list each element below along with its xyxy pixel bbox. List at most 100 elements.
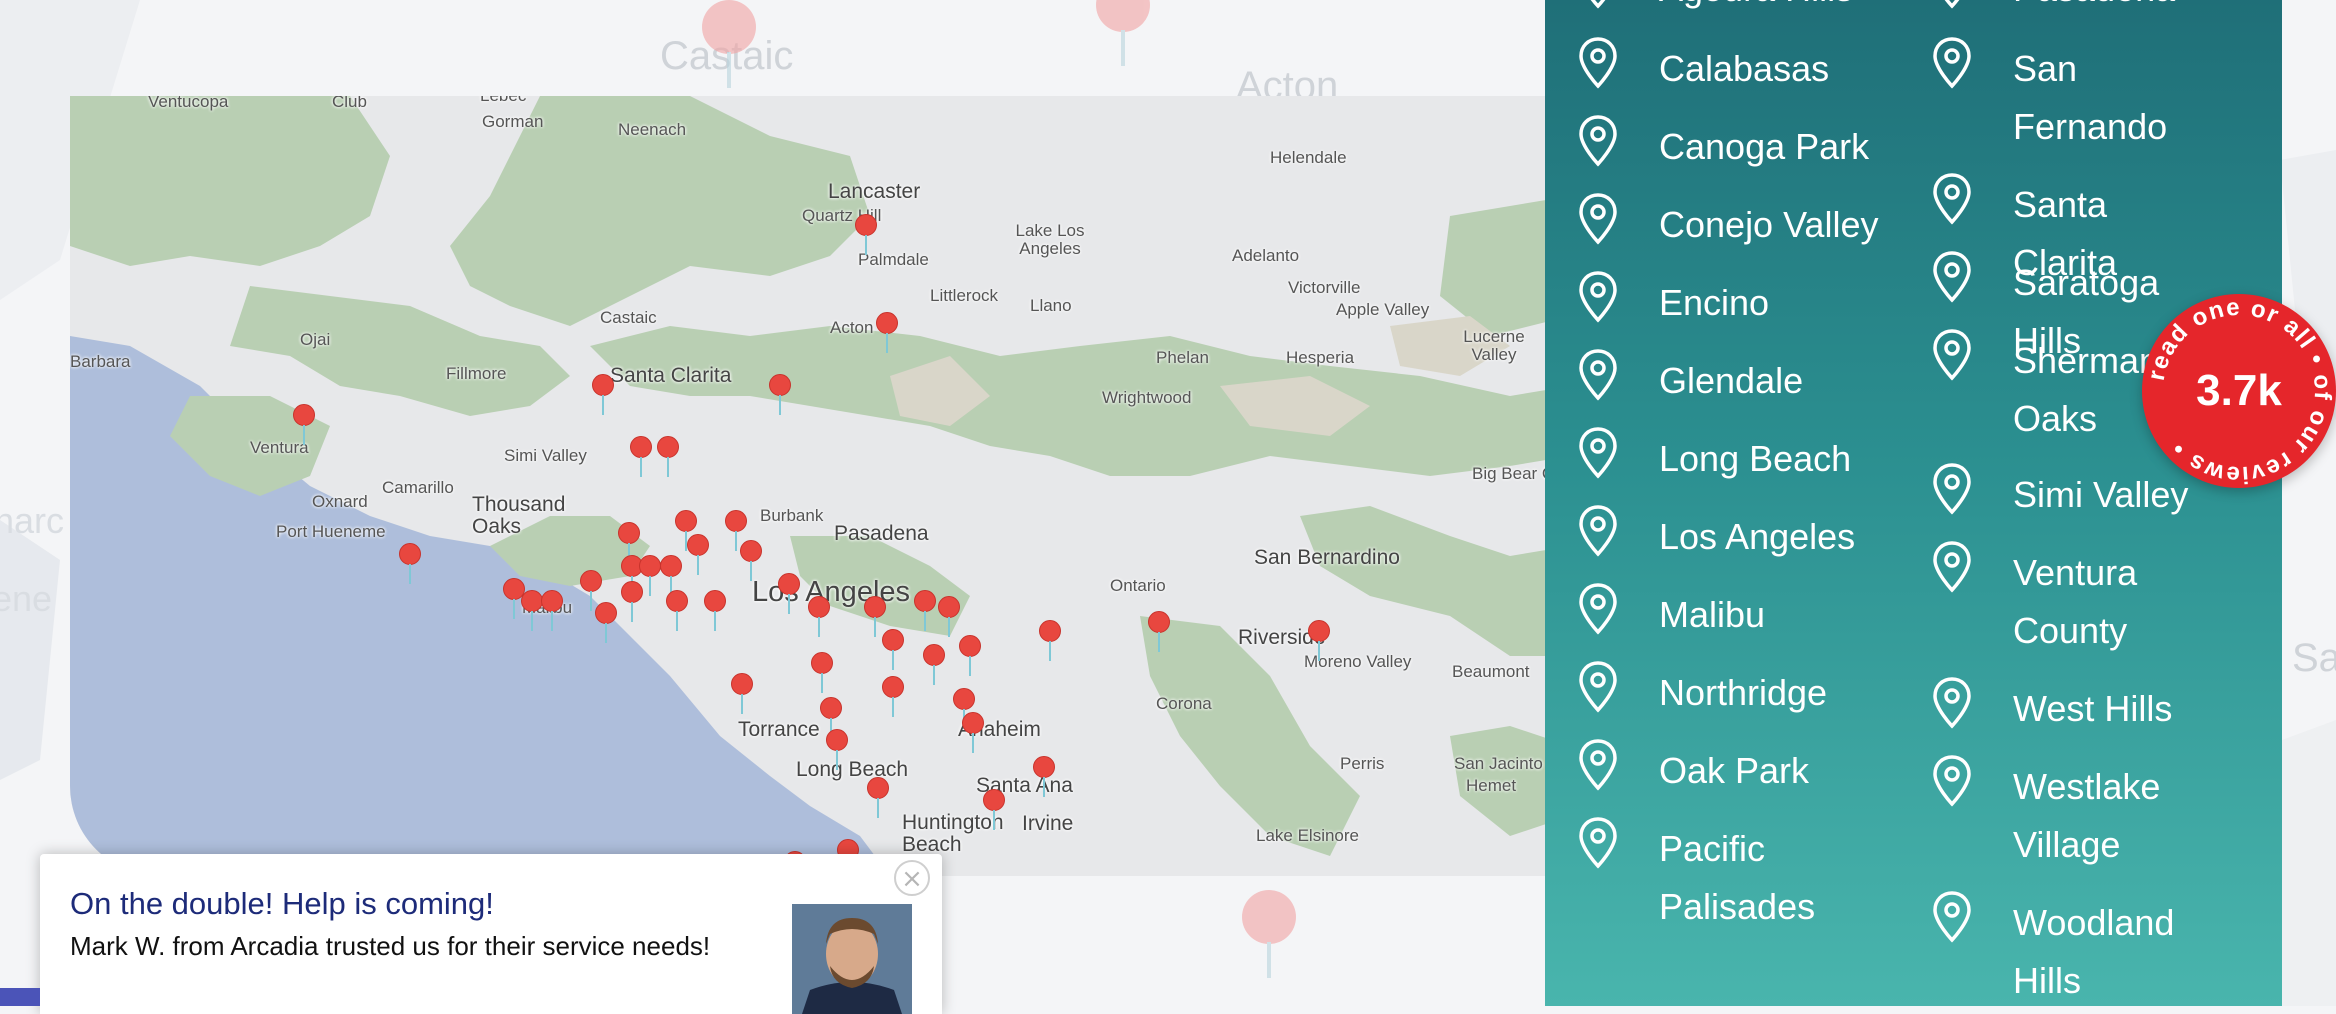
service-area-label: West Hills — [2013, 688, 2173, 729]
map-pin-icon[interactable] — [621, 581, 644, 623]
social-proof-notification[interactable]: On the double! Help is coming! Mark W. f… — [40, 854, 942, 1014]
map-pin-icon[interactable] — [630, 436, 653, 478]
map-label-camarillo: Camarillo — [382, 478, 454, 497]
service-area-item[interactable]: Glendale — [1577, 349, 1917, 410]
corner-accent-bar — [0, 988, 40, 1006]
location-pin-outline-icon — [1577, 661, 1619, 719]
map-label-santa-clarita: Santa Clarita — [610, 364, 732, 387]
service-area-item[interactable]: Oak Park — [1577, 739, 1917, 800]
map-label-lake-elsinore: Lake Elsinore — [1256, 826, 1360, 845]
service-area-item[interactable]: Malibu — [1577, 583, 1917, 644]
map-pin-icon[interactable] — [579, 569, 602, 611]
location-pin-outline-icon — [1931, 37, 1973, 95]
service-area-item[interactable]: Los Angeles — [1577, 505, 1917, 566]
map-pin-icon[interactable] — [961, 711, 984, 753]
customer-photo-image — [792, 904, 912, 1014]
map-pin-icon[interactable] — [778, 572, 801, 614]
map-pin-icon[interactable] — [292, 403, 315, 445]
location-pin-outline-icon — [1577, 583, 1619, 641]
map-pin-icon[interactable] — [686, 534, 709, 576]
map-label-apple-valley: Apple Valley — [1336, 300, 1430, 319]
map-label-palmdale: Palmdale — [858, 250, 929, 269]
map-pin-icon[interactable] — [1148, 611, 1171, 653]
service-area-item[interactable]: Ventura County — [1931, 541, 2231, 660]
map-label-gorman: Gorman — [482, 112, 544, 131]
map-pin-icon[interactable] — [810, 652, 833, 694]
map-pin-icon[interactable] — [399, 542, 422, 584]
service-area-item[interactable]: Agoura Hills — [1577, 0, 1917, 18]
service-area-item[interactable]: Pasadena — [1931, 0, 2231, 18]
service-area-label: Pasadena — [2013, 0, 2213, 18]
map-pin-icon[interactable] — [618, 522, 641, 564]
map-pin-icon[interactable] — [923, 643, 946, 685]
service-area-label: Westlake Village — [2013, 766, 2161, 865]
map-pin-icon[interactable] — [938, 596, 961, 638]
map-label-hemet: Hemet — [1466, 776, 1517, 795]
service-area-item[interactable]: Westlake Village — [1931, 755, 2231, 874]
bg-label-sa: Sa — [2292, 636, 2336, 680]
location-pin-outline-icon — [1931, 173, 1973, 231]
bg-label-edge: ene — [0, 578, 53, 619]
map-pin-icon[interactable] — [914, 590, 937, 632]
location-pin-outline-icon — [1577, 739, 1619, 797]
map-pin-icon[interactable] — [982, 788, 1005, 830]
map-pin-icon[interactable] — [864, 596, 887, 638]
map-pin-icon[interactable] — [958, 634, 981, 676]
service-area-label: Encino — [1659, 282, 1770, 323]
map-pin-icon[interactable] — [656, 436, 679, 478]
map-label-thousand-oaks: Thousand Oaks — [472, 493, 566, 538]
service-area-item[interactable]: Conejo Valley — [1577, 193, 1917, 254]
map-pin-icon[interactable] — [819, 696, 842, 738]
map-label-victorville: Victorville — [1288, 278, 1361, 297]
reviews-badge[interactable]: read one or all • of our reviews • 3.7k — [2142, 294, 2336, 488]
map-pin-icon[interactable] — [730, 673, 753, 715]
map-pin-icon[interactable] — [639, 554, 662, 596]
map-label-ventura: Ventura — [250, 438, 309, 457]
service-area-map[interactable]: Ventucopa Club Lebec Gorman Neenach Hele… — [70, 96, 1570, 876]
map-label-corona: Corona — [1156, 694, 1212, 713]
service-area-item[interactable]: Pacific Palisades — [1577, 817, 1917, 936]
map-label-lancaster: Lancaster — [828, 180, 921, 203]
map-pin-icon[interactable] — [855, 214, 878, 256]
map-pin-icon[interactable] — [520, 590, 543, 632]
map-pin-icon[interactable] — [952, 688, 975, 729]
map-label-lebec: Lebec — [480, 96, 526, 106]
map-pin-icon[interactable] — [807, 596, 830, 638]
map-pin-icon[interactable] — [665, 590, 688, 632]
map-pin-icon[interactable] — [867, 776, 890, 818]
map-pin-icon[interactable] — [875, 312, 898, 354]
map-pin-icon[interactable] — [541, 590, 564, 632]
service-area-label: Conejo Valley — [1659, 204, 1879, 245]
map-pin-icon[interactable] — [1308, 619, 1331, 661]
map-pin-icon[interactable] — [659, 554, 682, 596]
map-pin-icon[interactable] — [769, 374, 792, 416]
service-area-item[interactable]: Long Beach — [1577, 427, 1917, 488]
map-pin-icon[interactable] — [704, 590, 727, 632]
map-pin-icon[interactable] — [825, 729, 848, 771]
service-area-item[interactable]: Encino — [1577, 271, 1917, 332]
service-area-item[interactable]: Northridge — [1577, 661, 1917, 722]
map-pin-icon[interactable] — [725, 510, 747, 552]
map-pin-icon[interactable] — [1032, 756, 1055, 798]
map-pin-icon[interactable] — [881, 676, 904, 718]
service-area-item[interactable]: Calabasas — [1577, 37, 1917, 98]
map-pin-icon[interactable] — [594, 602, 617, 644]
service-area-label: San Fernando — [2013, 48, 2168, 147]
map-label-ojai: Ojai — [300, 330, 331, 349]
map-pin-icon[interactable] — [674, 510, 697, 552]
service-area-item[interactable]: West Hills — [1931, 677, 2231, 738]
notification-title: On the double! Help is coming! — [70, 886, 494, 921]
map-label-acton: Acton — [830, 318, 874, 337]
service-area-item[interactable]: San Fernando — [1931, 37, 2231, 156]
map-pin-icon[interactable] — [739, 540, 762, 581]
customer-photo — [792, 904, 912, 1014]
close-button[interactable]: × — [894, 860, 930, 896]
map-pin-icon[interactable] — [881, 628, 904, 670]
map-label-hesperia: Hesperia — [1286, 348, 1355, 367]
service-area-item[interactable]: Canoga Park — [1577, 115, 1917, 176]
map-label-san-jacinto: San Jacinto — [1454, 754, 1543, 773]
map-pin-icon[interactable] — [1038, 619, 1061, 661]
service-area-item[interactable]: Woodland Hills — [1931, 891, 2231, 1010]
map-label-littlerock: Littlerock — [930, 286, 999, 305]
map-pin-icon[interactable] — [591, 374, 614, 416]
